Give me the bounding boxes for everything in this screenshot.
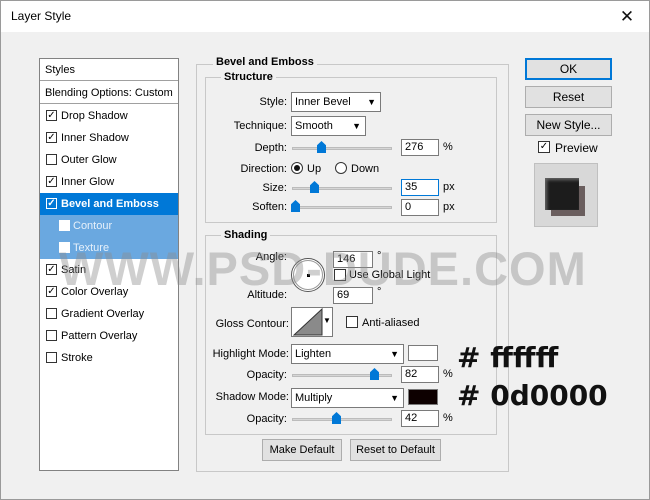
size-slider-track[interactable] <box>292 187 392 190</box>
style-item-label: Contour <box>73 220 113 232</box>
checkbox-icon[interactable] <box>46 330 57 341</box>
checkbox-icon[interactable] <box>59 220 70 231</box>
shadow-opacity-label: Opacity: <box>246 413 287 425</box>
ok-label: OK <box>526 59 611 79</box>
make-default-button[interactable]: Make Default <box>262 439 342 461</box>
chevron-down-icon: ▼ <box>390 393 399 403</box>
styles-header[interactable]: Styles <box>40 59 178 81</box>
soften-unit: px <box>443 201 455 213</box>
highlight-color-swatch[interactable] <box>408 345 438 361</box>
blending-options[interactable]: Blending Options: Custom <box>40 82 178 104</box>
depth-label: Depth: <box>254 142 287 154</box>
technique-select[interactable]: Smooth ▼ <box>291 116 366 136</box>
depth-slider-track[interactable] <box>292 147 392 150</box>
style-item-label: Stroke <box>61 352 93 364</box>
checkbox-icon[interactable]: ✓ <box>46 198 57 209</box>
reset-button[interactable]: Reset <box>525 86 612 108</box>
highlight-mode-value: Lighten <box>295 348 332 360</box>
chevron-down-icon: ▼ <box>323 316 331 325</box>
style-item-inner-shadow[interactable]: ✓ Inner Shadow <box>40 127 178 149</box>
shadow-mode-select[interactable]: Multiply ▼ <box>291 388 404 408</box>
style-item-label: Drop Shadow <box>61 110 128 122</box>
contour-curve-icon <box>293 308 323 336</box>
shadow-opacity-input[interactable]: 42 <box>401 410 439 427</box>
highlight-opacity-input[interactable]: 82 <box>401 366 439 383</box>
style-item-inner-glow[interactable]: ✓ Inner Glow <box>40 171 178 193</box>
preview-label: Preview <box>555 141 598 155</box>
style-value: Inner Bevel <box>295 96 351 108</box>
close-icon[interactable]: ✕ <box>605 1 649 32</box>
style-item-stroke[interactable]: Stroke <box>40 347 178 369</box>
gloss-contour-label: Gloss Contour: <box>215 318 289 330</box>
checkbox-icon[interactable]: ✓ <box>46 286 57 297</box>
checkbox-icon[interactable]: ✓ <box>46 132 57 143</box>
anti-aliased-label: Anti-aliased <box>362 317 420 329</box>
structure-title: Structure <box>221 71 276 83</box>
preview-checkbox[interactable]: ✓ <box>538 141 550 153</box>
soften-input[interactable]: 0 <box>401 199 439 216</box>
style-item-label: Inner Shadow <box>61 132 129 144</box>
shadow-opacity-track[interactable] <box>292 418 392 421</box>
shadow-mode-value: Multiply <box>295 392 333 404</box>
highlight-mode-select[interactable]: Lighten ▼ <box>291 344 404 364</box>
technique-value: Smooth <box>295 120 333 132</box>
chevron-down-icon: ▼ <box>367 97 376 107</box>
direction-up-radio[interactable] <box>291 162 303 174</box>
direction-up-label: Up <box>307 163 322 175</box>
new-style-button[interactable]: New Style... <box>525 114 612 136</box>
ok-button[interactable]: OK <box>525 58 612 80</box>
style-item-bevel-emboss[interactable]: ✓ Bevel and Emboss <box>40 193 178 215</box>
direction-down-radio[interactable] <box>335 162 347 174</box>
size-unit: px <box>443 181 455 193</box>
style-item-label: Outer Glow <box>61 154 117 166</box>
shading-title: Shading <box>221 229 271 241</box>
technique-label: Technique: <box>233 120 287 132</box>
style-item-drop-shadow[interactable]: ✓ Drop Shadow <box>40 105 178 127</box>
highlight-opacity-label: Opacity: <box>246 369 287 381</box>
size-input[interactable]: 35 <box>401 179 439 196</box>
style-item-label: Pattern Overlay <box>61 330 138 342</box>
checkbox-icon[interactable]: ✓ <box>46 176 57 187</box>
depth-input[interactable]: 276 <box>401 139 439 156</box>
chevron-down-icon: ▼ <box>352 121 361 131</box>
style-item-contour[interactable]: Contour <box>40 215 178 237</box>
title-bar: Layer Style ✕ <box>1 1 649 32</box>
style-item-label: Inner Glow <box>61 176 115 188</box>
bevel-emboss-title: Bevel and Emboss <box>213 56 317 68</box>
layer-style-dialog: Layer Style ✕ Styles Blending Options: C… <box>0 0 650 500</box>
direction-label: Direction: <box>240 163 287 175</box>
depth-unit: % <box>443 141 453 153</box>
style-item-label: Bevel and Emboss <box>61 198 159 210</box>
style-item-label: Gradient Overlay <box>61 308 145 320</box>
style-item-pattern-overlay[interactable]: Pattern Overlay <box>40 325 178 347</box>
style-label: Style: <box>259 96 287 108</box>
checkbox-icon[interactable] <box>46 308 57 319</box>
anti-aliased-checkbox[interactable] <box>346 316 358 328</box>
checkbox-icon[interactable]: ✓ <box>46 264 57 275</box>
soften-label: Soften: <box>252 201 287 213</box>
shadow-hex-annotation: # 0d0000 <box>457 379 608 412</box>
shadow-mode-label: Shadow Mode: <box>215 391 289 403</box>
style-select[interactable]: Inner Bevel ▼ <box>291 92 381 112</box>
style-preview-thumbnail <box>534 163 598 227</box>
checkbox-icon[interactable] <box>46 352 57 363</box>
style-item-outer-glow[interactable]: Outer Glow <box>40 149 178 171</box>
highlight-opacity-unit: % <box>443 368 453 380</box>
direction-down-label: Down <box>351 163 380 175</box>
soften-slider-track[interactable] <box>292 206 392 209</box>
chevron-down-icon: ▼ <box>390 349 399 359</box>
style-item-gradient-overlay[interactable]: Gradient Overlay <box>40 303 178 325</box>
checkbox-icon[interactable]: ✓ <box>46 110 57 121</box>
checkbox-icon[interactable] <box>46 154 57 165</box>
watermark-text: WWW.PSD-DUDE.COM <box>59 242 587 295</box>
gloss-contour-picker[interactable]: ▼ <box>291 307 333 337</box>
reset-default-button[interactable]: Reset to Default <box>350 439 441 461</box>
size-label: Size: <box>262 182 287 194</box>
highlight-hex-annotation: # ffffff <box>457 341 559 374</box>
shadow-color-swatch[interactable] <box>408 389 438 405</box>
window-title: Layer Style <box>11 9 72 23</box>
shadow-opacity-unit: % <box>443 412 453 424</box>
highlight-mode-label: Highlight Mode: <box>212 348 289 360</box>
